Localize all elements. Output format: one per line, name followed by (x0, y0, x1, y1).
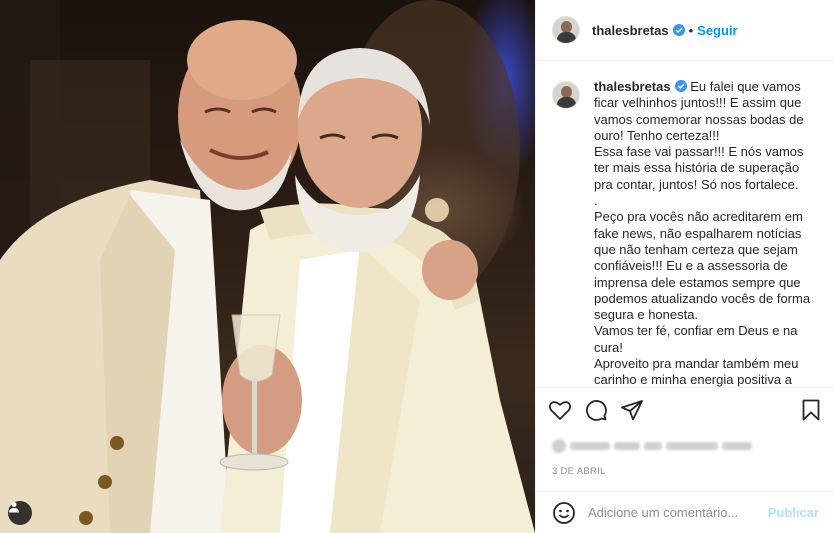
photo-illustration (0, 0, 535, 533)
separator-dot: • (688, 22, 694, 38)
avatar[interactable] (552, 16, 580, 44)
bookmark-icon[interactable] (799, 398, 823, 422)
follow-button[interactable]: Seguir (697, 23, 737, 38)
verified-badge-icon (672, 24, 685, 36)
user-tag-button[interactable] (8, 501, 32, 525)
comment-input[interactable] (588, 505, 768, 520)
verified-badge-icon (674, 80, 687, 92)
caption: thalesbretas Eu falei que vamos ficar ve… (594, 79, 812, 387)
post-photo[interactable] (0, 0, 535, 533)
emoji-icon[interactable] (552, 501, 576, 525)
caption-text: Eu falei que vamos ficar velhinhos junto… (594, 79, 811, 387)
post-date[interactable]: 3 DE ABRIL (552, 466, 606, 477)
heart-icon[interactable] (548, 398, 572, 422)
post-header: thalesbretas • Seguir (536, 0, 834, 61)
publish-button[interactable]: Publicar (768, 505, 819, 520)
comment-bar: Publicar (536, 491, 834, 533)
share-icon[interactable] (620, 398, 644, 422)
caption-avatar[interactable] (552, 81, 580, 109)
username-link[interactable]: thalesbretas (592, 23, 669, 38)
likes-summary-blurred (552, 431, 752, 461)
caption-section[interactable]: thalesbretas Eu falei que vamos ficar ve… (536, 61, 834, 387)
caption-username-link[interactable]: thalesbretas (594, 79, 671, 94)
user-tag-icon (9, 502, 19, 513)
action-bar (536, 387, 834, 431)
post-side-panel: thalesbretas • Seguir thalesbretas Eu fa… (535, 0, 834, 533)
comment-icon[interactable] (584, 398, 608, 422)
